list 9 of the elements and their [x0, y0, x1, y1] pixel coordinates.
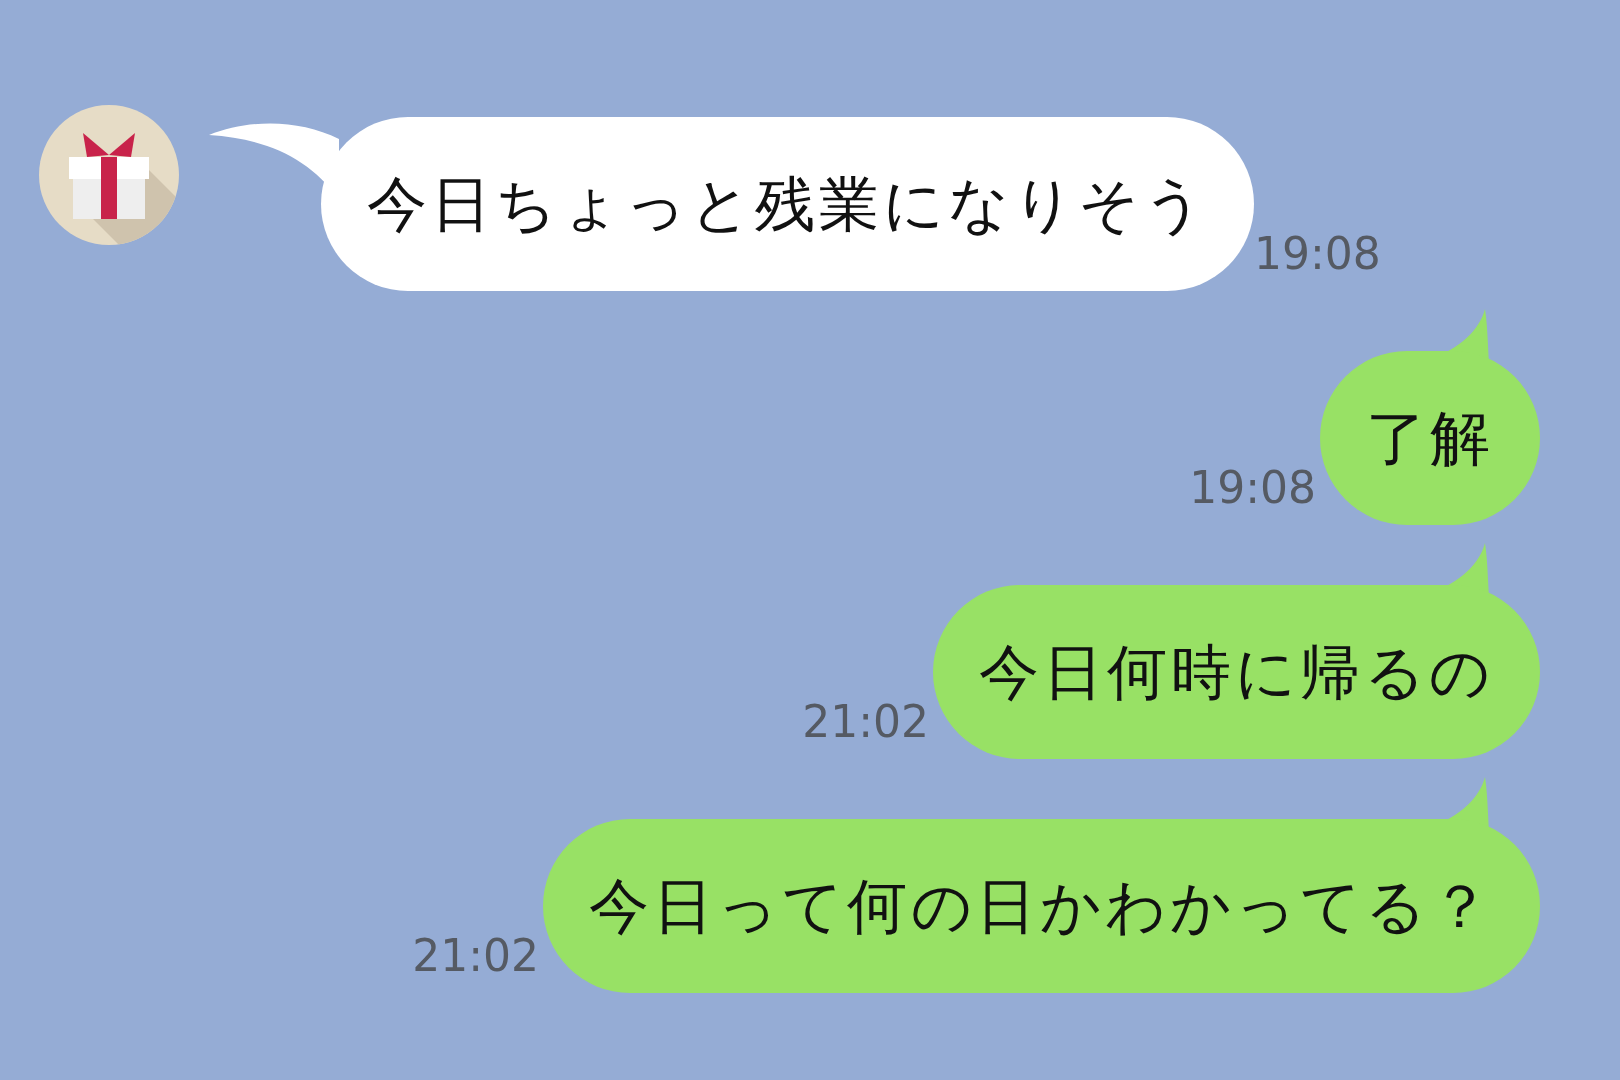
message-time: 19:08 [1254, 227, 1381, 281]
message-bubble: 今日何時に帰るの [933, 585, 1540, 759]
message-time: 19:08 [1189, 461, 1316, 515]
message-time: 21:02 [802, 695, 929, 749]
message-bubble: 了解 [1320, 351, 1540, 525]
message-bubble: 今日ちょっと残業になりそう [321, 117, 1254, 291]
message-time: 21:02 [412, 929, 539, 983]
gift-avatar-icon [39, 105, 179, 245]
message-bubble: 今日って何の日かわかってる？ [543, 819, 1540, 993]
